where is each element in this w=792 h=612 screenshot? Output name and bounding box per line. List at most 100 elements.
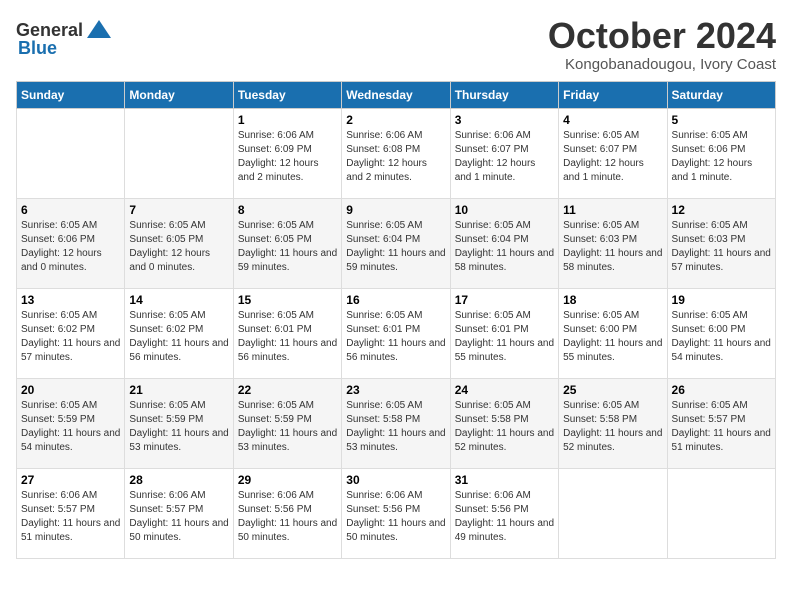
- day-info: Sunrise: 6:05 AMSunset: 5:58 PMDaylight:…: [455, 399, 554, 455]
- day-number: 9: [346, 203, 445, 217]
- day-info: Sunrise: 6:05 AMSunset: 6:05 PMDaylight:…: [238, 219, 337, 275]
- calendar-cell: [17, 108, 125, 198]
- day-info: Sunrise: 6:06 AMSunset: 6:09 PMDaylight:…: [238, 129, 337, 185]
- calendar-cell: 6Sunrise: 6:05 AMSunset: 6:06 PMDaylight…: [17, 198, 125, 288]
- calendar-cell: [559, 468, 667, 558]
- calendar-cell: 29 Sunrise: 6:06 AMSunset: 5:56 PMDayligh…: [233, 468, 341, 558]
- day-info: Sunrise: 6:05 AMSunset: 6:06 PMDaylight:…: [672, 129, 771, 185]
- calendar-cell: 7 Sunrise: 6:05 AMSunset: 6:05 PMDaylight…: [125, 198, 233, 288]
- calendar-cell: 15Sunrise: 6:05 AMSunset: 6:01 PMDayligh…: [233, 288, 341, 378]
- calendar-table: SundayMondayTuesdayWednesdayThursdayFrid…: [16, 81, 776, 559]
- day-number: 27: [21, 473, 120, 487]
- calendar-cell: 27 Sunrise: 6:06 AMSunset: 5:57 PMDayligh…: [17, 468, 125, 558]
- weekday-header-wednesday: Wednesday: [342, 81, 450, 108]
- logo-blue-text: Blue: [18, 38, 57, 59]
- day-info: Sunrise: 6:06 AMSunset: 5:57 PMDaylight:…: [129, 489, 228, 545]
- calendar-cell: 21 Sunrise: 6:05 AMSunset: 5:59 PMDayligh…: [125, 378, 233, 468]
- title-area: October 2024 Kongobanadougou, Ivory Coas…: [548, 16, 776, 73]
- day-number: 31: [455, 473, 554, 487]
- calendar-cell: 28 Sunrise: 6:06 AMSunset: 5:57 PMDayligh…: [125, 468, 233, 558]
- calendar-cell: [125, 108, 233, 198]
- calendar-cell: 12 Sunrise: 6:05 AMSunset: 6:03 PMDayligh…: [667, 198, 775, 288]
- day-info: Sunrise: 6:05 AMSunset: 6:07 PMDaylight:…: [563, 129, 662, 185]
- calendar-cell: 18 Sunrise: 6:05 AMSunset: 6:00 PMDayligh…: [559, 288, 667, 378]
- day-number: 14: [129, 293, 228, 307]
- calendar-cell: 11Sunrise: 6:05 AMSunset: 6:03 PMDayligh…: [559, 198, 667, 288]
- calendar-cell: 30Sunrise: 6:06 AMSunset: 5:56 PMDayligh…: [342, 468, 450, 558]
- day-number: 8: [238, 203, 337, 217]
- day-number: 30: [346, 473, 445, 487]
- day-number: 16: [346, 293, 445, 307]
- weekday-header-friday: Friday: [559, 81, 667, 108]
- day-number: 23: [346, 383, 445, 397]
- day-number: 22: [238, 383, 337, 397]
- calendar-cell: 1 Sunrise: 6:06 AMSunset: 6:09 PMDaylight…: [233, 108, 341, 198]
- day-info: Sunrise: 6:05 AMSunset: 6:01 PMDaylight:…: [238, 309, 337, 365]
- day-info: Sunrise: 6:05 AMSunset: 6:00 PMDaylight:…: [563, 309, 662, 365]
- calendar-cell: 19 Sunrise: 6:05 AMSunset: 6:00 PMDayligh…: [667, 288, 775, 378]
- day-number: 12: [672, 203, 771, 217]
- day-info: Sunrise: 6:05 AMSunset: 6:04 PMDaylight:…: [455, 219, 554, 275]
- day-info: Sunrise: 6:05 AMSunset: 6:00 PMDaylight:…: [672, 309, 771, 365]
- calendar-cell: 17 Sunrise: 6:05 AMSunset: 6:01 PMDayligh…: [450, 288, 558, 378]
- day-info: Sunrise: 6:06 AMSunset: 5:56 PMDaylight:…: [238, 489, 337, 545]
- day-number: 7: [129, 203, 228, 217]
- calendar-cell: 5Sunrise: 6:05 AMSunset: 6:06 PMDaylight…: [667, 108, 775, 198]
- calendar-cell: 26 Sunrise: 6:05 AMSunset: 5:57 PMDayligh…: [667, 378, 775, 468]
- day-info: Sunrise: 6:05 AMSunset: 6:02 PMDaylight:…: [129, 309, 228, 365]
- weekday-header-thursday: Thursday: [450, 81, 558, 108]
- weekday-header-sunday: Sunday: [17, 81, 125, 108]
- day-number: 21: [129, 383, 228, 397]
- day-number: 26: [672, 383, 771, 397]
- calendar-cell: 3 Sunrise: 6:06 AMSunset: 6:07 PMDaylight…: [450, 108, 558, 198]
- day-info: Sunrise: 6:05 AMSunset: 6:03 PMDaylight:…: [672, 219, 771, 275]
- day-info: Sunrise: 6:05 AMSunset: 6:05 PMDaylight:…: [129, 219, 228, 275]
- day-number: 10: [455, 203, 554, 217]
- day-number: 4: [563, 113, 662, 127]
- day-info: Sunrise: 6:06 AMSunset: 6:07 PMDaylight:…: [455, 129, 554, 185]
- day-info: Sunrise: 6:05 AMSunset: 5:59 PMDaylight:…: [129, 399, 228, 455]
- calendar-cell: 2Sunrise: 6:06 AMSunset: 6:08 PMDaylight…: [342, 108, 450, 198]
- calendar-cell: 8 Sunrise: 6:05 AMSunset: 6:05 PMDaylight…: [233, 198, 341, 288]
- month-title: October 2024: [548, 16, 776, 56]
- day-info: Sunrise: 6:06 AMSunset: 5:56 PMDaylight:…: [455, 489, 554, 545]
- day-info: Sunrise: 6:05 AMSunset: 5:59 PMDaylight:…: [238, 399, 337, 455]
- day-number: 3: [455, 113, 554, 127]
- day-info: Sunrise: 6:05 AMSunset: 6:04 PMDaylight:…: [346, 219, 445, 275]
- location-title: Kongobanadougou, Ivory Coast: [548, 56, 776, 73]
- day-number: 2: [346, 113, 445, 127]
- calendar-cell: 23 Sunrise: 6:05 AMSunset: 5:58 PMDayligh…: [342, 378, 450, 468]
- day-number: 17: [455, 293, 554, 307]
- day-number: 25: [563, 383, 662, 397]
- day-info: Sunrise: 6:05 AMSunset: 5:59 PMDaylight:…: [21, 399, 120, 455]
- day-number: 18: [563, 293, 662, 307]
- day-number: 28: [129, 473, 228, 487]
- day-number: 20: [21, 383, 120, 397]
- calendar-cell: 22 Sunrise: 6:05 AMSunset: 5:59 PMDayligh…: [233, 378, 341, 468]
- calendar-cell: 4 Sunrise: 6:05 AMSunset: 6:07 PMDaylight…: [559, 108, 667, 198]
- day-info: Sunrise: 6:06 AMSunset: 5:57 PMDaylight:…: [21, 489, 120, 545]
- day-info: Sunrise: 6:05 AMSunset: 5:58 PMDaylight:…: [563, 399, 662, 455]
- day-number: 1: [238, 113, 337, 127]
- calendar-cell: 16Sunrise: 6:05 AMSunset: 6:01 PMDayligh…: [342, 288, 450, 378]
- page-header: General Blue October 2024 Kongobanadougo…: [16, 16, 776, 73]
- logo-icon: [85, 16, 113, 44]
- calendar-cell: 10 Sunrise: 6:05 AMSunset: 6:04 PMDayligh…: [450, 198, 558, 288]
- calendar-cell: 20 Sunrise: 6:05 AMSunset: 5:59 PMDayligh…: [17, 378, 125, 468]
- weekday-header-saturday: Saturday: [667, 81, 775, 108]
- day-info: Sunrise: 6:05 AMSunset: 5:57 PMDaylight:…: [672, 399, 771, 455]
- weekday-header-tuesday: Tuesday: [233, 81, 341, 108]
- calendar-cell: 24 Sunrise: 6:05 AMSunset: 5:58 PMDayligh…: [450, 378, 558, 468]
- weekday-header-monday: Monday: [125, 81, 233, 108]
- day-info: Sunrise: 6:05 AMSunset: 6:01 PMDaylight:…: [455, 309, 554, 365]
- calendar-cell: 25 Sunrise: 6:05 AMSunset: 5:58 PMDayligh…: [559, 378, 667, 468]
- calendar-cell: [667, 468, 775, 558]
- day-number: 19: [672, 293, 771, 307]
- calendar-cell: 31 Sunrise: 6:06 AMSunset: 5:56 PMDayligh…: [450, 468, 558, 558]
- calendar-cell: 14 Sunrise: 6:05 AMSunset: 6:02 PMDayligh…: [125, 288, 233, 378]
- calendar-cell: 9 Sunrise: 6:05 AMSunset: 6:04 PMDaylight…: [342, 198, 450, 288]
- day-number: 24: [455, 383, 554, 397]
- day-number: 29: [238, 473, 337, 487]
- day-number: 6: [21, 203, 120, 217]
- day-info: Sunrise: 6:05 AMSunset: 5:58 PMDaylight:…: [346, 399, 445, 455]
